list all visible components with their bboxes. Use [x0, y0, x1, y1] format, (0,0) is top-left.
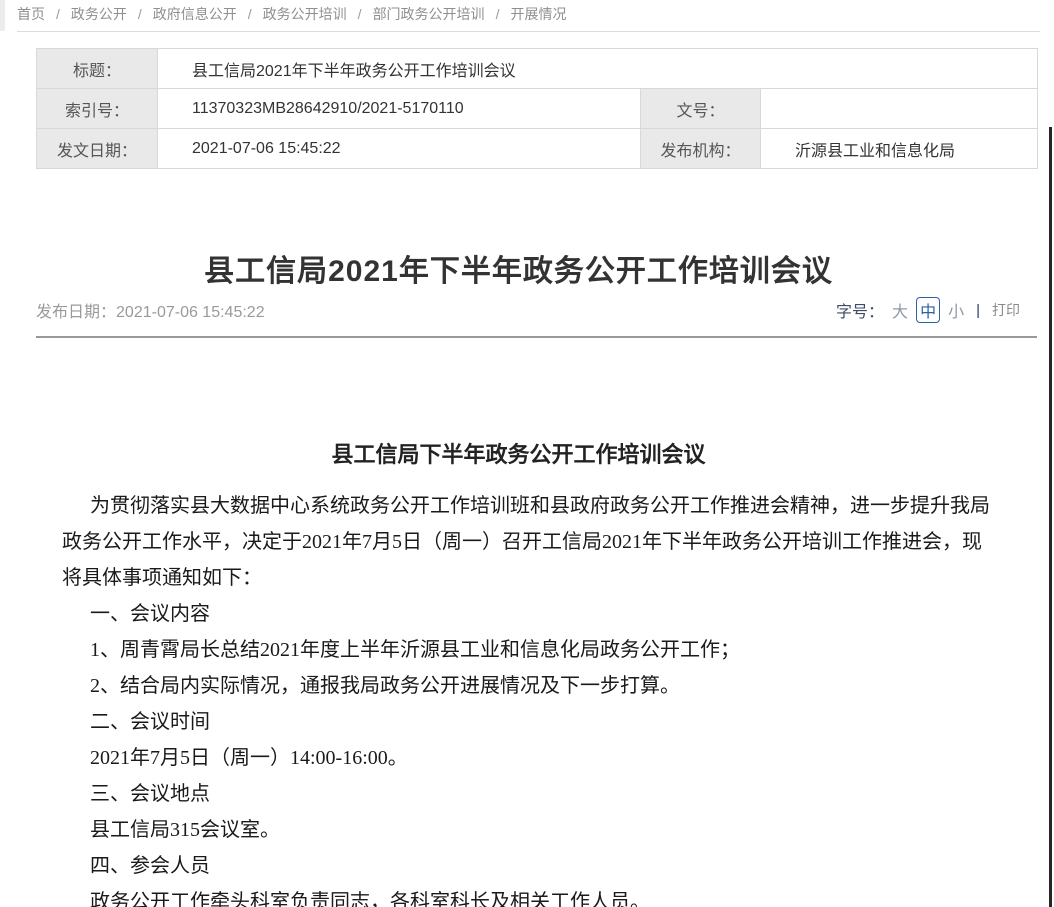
print-button[interactable]: 打印	[992, 300, 1020, 320]
meta-index-label: 索引号：	[37, 89, 158, 129]
meta-title-label: 标题：	[37, 49, 158, 89]
content-divider-line	[36, 336, 1037, 338]
font-size-label: 字号：	[836, 298, 884, 322]
page-title: 县工信局2021年下半年政务公开工作培训会议	[0, 246, 1037, 290]
article-paragraph: 三、会议地点	[62, 776, 994, 812]
article-meta-row: 发布日期：2021-07-06 15:45:22 字号： 大 中 小 | 打印	[36, 297, 1020, 323]
article-paragraph: 为贯彻落实县大数据中心系统政务公开工作培训班和县政府政务公开工作推进会精神，进一…	[62, 488, 994, 596]
table-row: 标题： 县工信局2021年下半年政务公开工作培训会议	[37, 49, 1038, 89]
document-meta-table: 标题： 县工信局2021年下半年政务公开工作培训会议 索引号： 11370323…	[36, 48, 1038, 169]
breadcrumb-link-training[interactable]: 政务公开培训	[263, 4, 347, 24]
article-body: 为贯彻落实县大数据中心系统政务公开工作培训班和县政府政务公开工作推进会精神，进一…	[62, 488, 994, 907]
article-paragraph: 一、会议内容	[62, 596, 994, 632]
article-paragraph: 2、结合局内实际情况，通报我局政务公开进展情况及下一步打算。	[62, 668, 994, 704]
article-paragraph: 2021年7月5日（周一）14:00-16:00。	[62, 740, 994, 776]
font-size-large-button[interactable]: 大	[892, 298, 908, 322]
meta-docnum-label: 文号：	[641, 89, 761, 129]
publish-date: 发布日期：2021-07-06 15:45:22	[36, 298, 265, 322]
meta-agency-value: 沂源县工业和信息化局	[761, 129, 1038, 169]
article-paragraph: 政务公开工作牵头科室负责同志，各科室科长及相关工作人员。	[62, 884, 994, 907]
meta-agency-label: 发布机构：	[641, 129, 761, 169]
article-paragraph: 二、会议时间	[62, 704, 994, 740]
breadcrumb-separator: /	[138, 6, 142, 22]
publish-date-value: 2021-07-06 15:45:22	[116, 304, 265, 321]
font-size-controls: 字号： 大 中 小 | 打印	[836, 297, 1020, 323]
right-scrollbar-thumb[interactable]	[1049, 127, 1052, 907]
meta-date-label: 发文日期：	[37, 129, 158, 169]
meta-date-value: 2021-07-06 15:45:22	[158, 129, 641, 169]
breadcrumb-divider-line	[17, 31, 1040, 32]
article-paragraph: 县工信局315会议室。	[62, 812, 994, 848]
breadcrumb-link-status[interactable]: 开展情况	[510, 4, 566, 24]
meta-docnum-value	[761, 89, 1038, 129]
breadcrumb-separator: /	[496, 6, 500, 22]
breadcrumb-link-gov-info[interactable]: 政府信息公开	[153, 4, 237, 24]
font-size-medium-button[interactable]: 中	[916, 297, 940, 323]
publish-date-label: 发布日期：	[36, 304, 116, 321]
divider-bar: |	[976, 302, 980, 319]
breadcrumb-link-zhengwugongkai[interactable]: 政务公开	[71, 4, 127, 24]
breadcrumb-separator: /	[358, 6, 362, 22]
breadcrumb-separator: /	[56, 6, 60, 22]
breadcrumb-link-home[interactable]: 首页	[17, 4, 45, 24]
article-inner-title: 县工信局下半年政务公开工作培训会议	[0, 437, 1037, 469]
breadcrumb-separator: /	[248, 6, 252, 22]
article-paragraph: 1、周青霄局长总结2021年度上半年沂源县工业和信息化局政务公开工作；	[62, 632, 994, 668]
breadcrumb-link-dept-training[interactable]: 部门政务公开培训	[373, 4, 485, 24]
table-row: 索引号： 11370323MB28642910/2021-5170110 文号：	[37, 89, 1038, 129]
meta-index-value: 11370323MB28642910/2021-5170110	[158, 89, 641, 129]
font-size-small-button[interactable]: 小	[948, 298, 964, 322]
breadcrumb: 首页 / 政务公开 / 政府信息公开 / 政务公开培训 / 部门政务公开培训 /…	[17, 4, 566, 24]
page-edge-strip	[0, 0, 5, 31]
meta-title-value: 县工信局2021年下半年政务公开工作培训会议	[158, 49, 1038, 89]
article-paragraph: 四、参会人员	[62, 848, 994, 884]
table-row: 发文日期： 2021-07-06 15:45:22 发布机构： 沂源县工业和信息…	[37, 129, 1038, 169]
